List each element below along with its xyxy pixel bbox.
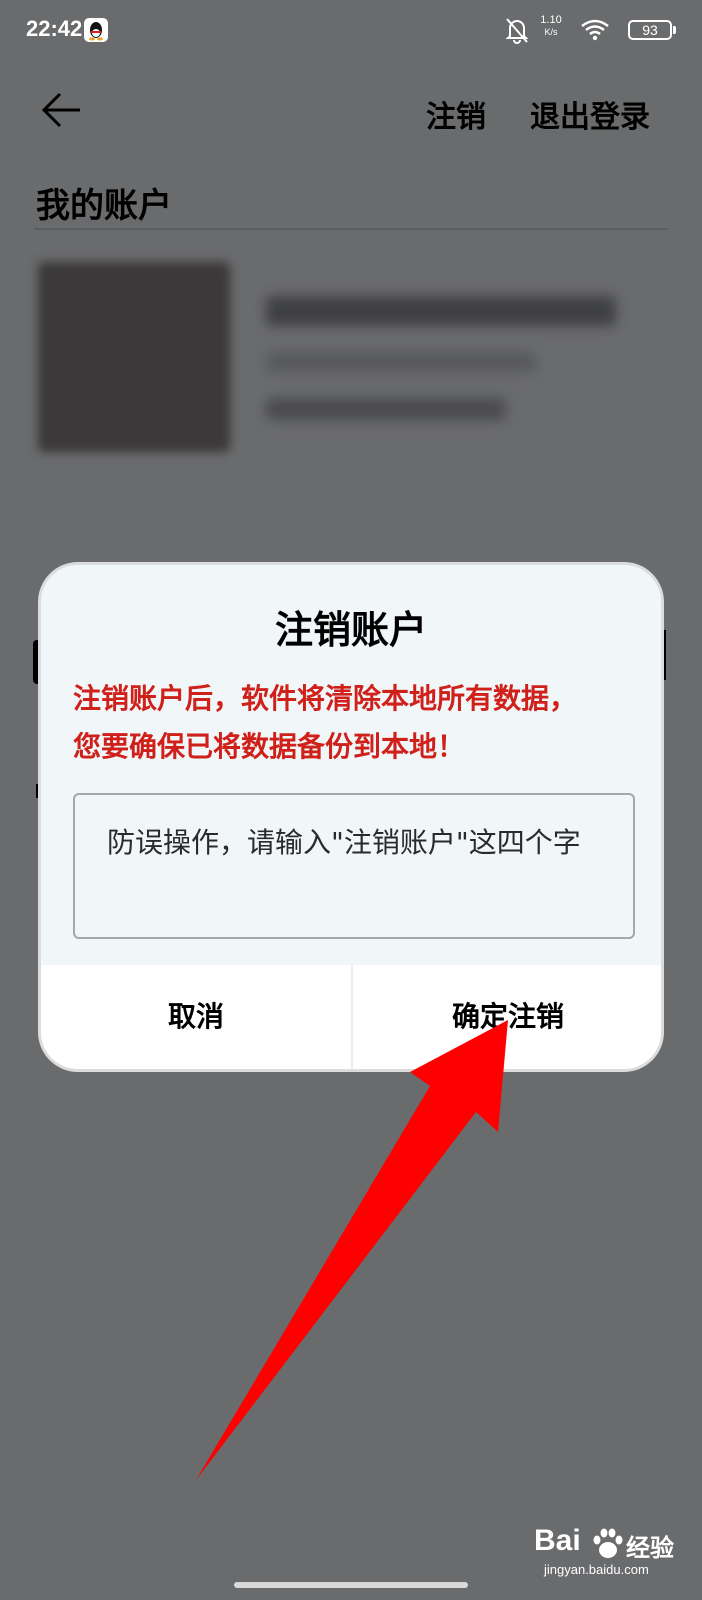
back-arrow-icon[interactable] — [40, 90, 84, 130]
watermark-url: jingyan.baidu.com — [544, 1562, 649, 1577]
dialog-title: 注销账户 — [274, 608, 427, 652]
wifi-icon — [581, 19, 609, 41]
net-speed: 1.10 K/s — [536, 14, 566, 38]
blurred-account-name — [266, 296, 616, 326]
battery-indicator: 93 — [628, 20, 676, 40]
status-bar: 22:42 1.10 K/s 93 — [0, 0, 702, 66]
blurred-account-info — [266, 352, 536, 372]
notifications-off-icon — [505, 18, 529, 44]
home-indicator[interactable] — [234, 1582, 468, 1588]
cancel-button[interactable]: 取消 — [41, 965, 351, 1069]
qq-icon — [84, 18, 108, 42]
status-time: 22:42 — [26, 16, 83, 41]
logout-link[interactable]: 退出登录 — [530, 92, 650, 136]
divider — [34, 228, 668, 230]
avatar — [38, 262, 230, 452]
dialog-actions: 取消 确定注销 — [41, 965, 661, 1069]
paw-icon — [593, 1528, 623, 1558]
net-speed-unit: K/s — [544, 27, 558, 37]
baidu-watermark: Bai 经验 jingyan.baidu.com — [534, 1524, 684, 1578]
dialog-warning: 注销账户后，软件将清除本地所有数据，您要确保已将数据备份到本地！ — [73, 682, 578, 763]
cancel-account-dialog: 注销账户 注销账户后，软件将清除本地所有数据，您要确保已将数据备份到本地！ 防误… — [38, 562, 664, 1072]
net-speed-value: 1.10 — [540, 14, 562, 26]
confirm-cancel-account-button[interactable]: 确定注销 — [351, 965, 661, 1069]
watermark-logo: Bai — [534, 1524, 581, 1557]
section-title: 我的账户 — [36, 186, 172, 226]
confirm-text-input[interactable]: 防误操作，请输入"注销账户"这四个字 — [73, 793, 635, 939]
watermark-text: 经验 — [626, 1534, 674, 1562]
cancel-account-link[interactable]: 注销 — [426, 92, 486, 136]
blurred-account-detail — [266, 398, 506, 420]
